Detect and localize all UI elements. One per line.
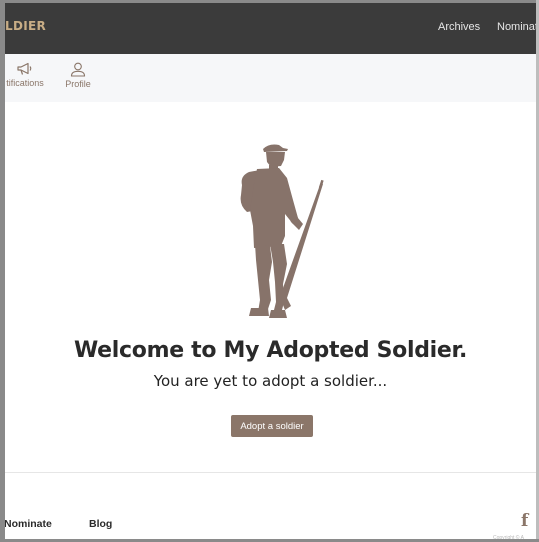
window-frame-left bbox=[0, 0, 5, 542]
footer-nominate-link[interactable]: Nominate bbox=[4, 518, 52, 530]
facebook-icon[interactable]: f bbox=[521, 511, 528, 531]
welcome-title: Welcome to My Adopted Soldier. bbox=[73, 338, 468, 363]
nav-archives-link[interactable]: Archives bbox=[438, 21, 480, 33]
user-subnav: tifications Profile bbox=[5, 54, 536, 102]
hero-section: Welcome to My Adopted Soldier. You are y… bbox=[5, 102, 536, 472]
subnav-notifications[interactable]: tifications bbox=[0, 62, 55, 88]
subnav-profile-label: Profile bbox=[65, 79, 91, 89]
window-frame-top bbox=[0, 0, 539, 3]
brand-logo-text[interactable]: LDIER bbox=[5, 19, 46, 33]
nav-nominate-link[interactable]: Nominate bbox=[497, 21, 539, 33]
top-navbar: LDIER Archives Nominate bbox=[5, 3, 539, 54]
soldier-silhouette-icon bbox=[240, 144, 324, 318]
adopt-soldier-button[interactable]: Adopt a soldier bbox=[231, 415, 313, 437]
footer-blog-link[interactable]: Blog bbox=[89, 518, 112, 530]
welcome-subtitle: You are yet to adopt a soldier... bbox=[153, 372, 388, 390]
subnav-profile[interactable]: Profile bbox=[63, 62, 93, 89]
footer: Nominate Blog f Copyright © A bbox=[4, 473, 536, 541]
megaphone-icon bbox=[17, 62, 32, 75]
subnav-notifications-label: tifications bbox=[6, 78, 44, 88]
user-icon bbox=[70, 62, 86, 77]
